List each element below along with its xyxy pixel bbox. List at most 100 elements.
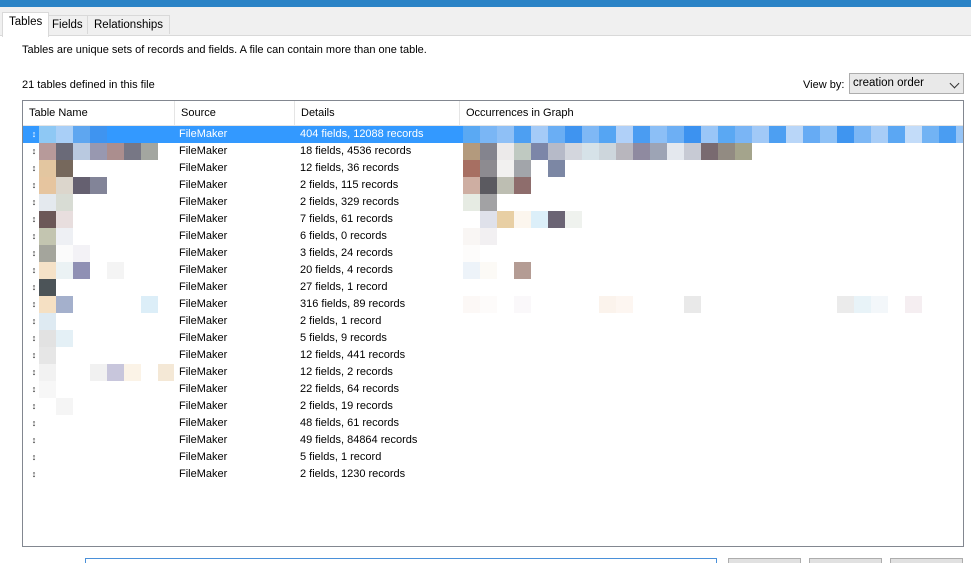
drag-handle-icon[interactable]: ↕: [30, 417, 38, 430]
column-header-occurrences[interactable]: Occurrences in Graph: [460, 101, 963, 125]
table-row[interactable]: ↕ FileMaker 12 fields, 36 records: [23, 160, 963, 177]
details-cell: 3 fields, 24 records: [300, 247, 393, 259]
drag-handle-icon[interactable]: ↕: [30, 434, 38, 447]
drag-handle-icon[interactable]: ↕: [30, 196, 38, 209]
redacted-name-block: [90, 177, 107, 194]
table-row[interactable]: ↕ FileMaker 22 fields, 64 records: [23, 381, 963, 398]
redacted-occurrence-block: [616, 126, 633, 143]
table-row[interactable]: ↕ FileMaker 12 fields, 441 records: [23, 347, 963, 364]
drag-handle-icon[interactable]: ↕: [30, 179, 38, 192]
source-cell: FileMaker: [179, 264, 228, 276]
redacted-occurrence-block: [497, 262, 514, 279]
drag-handle-icon[interactable]: ↕: [30, 366, 38, 379]
drag-handle-icon[interactable]: ↕: [30, 468, 38, 481]
drag-handle-icon[interactable]: ↕: [30, 145, 38, 158]
column-header-source[interactable]: Source: [175, 101, 295, 125]
source-cell: FileMaker: [179, 468, 228, 480]
table-row[interactable]: ↕ FileMaker 2 fields, 329 records: [23, 194, 963, 211]
table-row[interactable]: ↕ FileMaker 2 fields, 1230 records: [23, 466, 963, 483]
table-name-cell: [39, 126, 174, 143]
redacted-occurrence-block: [752, 126, 769, 143]
list-header: Table Name Source Details Occurrences in…: [23, 101, 963, 126]
table-row[interactable]: ↕ FileMaker 27 fields, 1 record: [23, 279, 963, 296]
details-cell: 2 fields, 19 records: [300, 400, 393, 412]
table-row[interactable]: ↕ FileMaker 7 fields, 61 records: [23, 211, 963, 228]
delete-button[interactable]: [890, 558, 963, 563]
drag-handle-icon[interactable]: ↕: [30, 315, 38, 328]
table-row[interactable]: ↕ FileMaker 2 fields, 1 record: [23, 313, 963, 330]
drag-handle-icon[interactable]: ↕: [30, 383, 38, 396]
table-row[interactable]: ↕ FileMaker 5 fields, 1 record: [23, 449, 963, 466]
redacted-occurrence-block: [633, 143, 650, 160]
drag-handle-icon[interactable]: ↕: [30, 247, 38, 260]
drag-handle-icon[interactable]: ↕: [30, 281, 38, 294]
table-row[interactable]: ↕ FileMaker 2 fields, 19 records: [23, 398, 963, 415]
redacted-occurrence-block: [548, 211, 565, 228]
table-row[interactable]: ↕ FileMaker 49 fields, 84864 records: [23, 432, 963, 449]
tab-tables[interactable]: Tables: [2, 12, 50, 37]
table-row[interactable]: ↕ FileMaker 18 fields, 4536 records: [23, 143, 963, 160]
details-cell: 2 fields, 1230 records: [300, 468, 406, 480]
table-row[interactable]: ↕ FileMaker 5 fields, 9 records: [23, 330, 963, 347]
occurrences-cell: [463, 398, 963, 415]
table-row[interactable]: ↕ FileMaker 6 fields, 0 records: [23, 228, 963, 245]
details-cell: 404 fields, 12088 records: [300, 128, 424, 140]
drag-handle-icon[interactable]: ↕: [30, 128, 38, 141]
source-cell: FileMaker: [179, 213, 228, 225]
redacted-name-block: [39, 177, 56, 194]
create-button[interactable]: [728, 558, 801, 563]
redacted-name-block: [56, 364, 73, 381]
redacted-occurrence-block: [531, 160, 548, 177]
redacted-name-block: [73, 177, 90, 194]
column-header-table-name[interactable]: Table Name: [23, 101, 175, 125]
drag-handle-icon[interactable]: ↕: [30, 332, 38, 345]
table-row[interactable]: ↕ FileMaker 12 fields, 2 records: [23, 364, 963, 381]
table-name-cell: [39, 415, 174, 432]
redacted-name-block: [90, 364, 107, 381]
redacted-name-block: [56, 194, 73, 211]
tab-strip: Tables Fields Relationships: [0, 7, 971, 37]
redacted-occurrence-block: [548, 143, 565, 160]
drag-handle-icon[interactable]: ↕: [30, 349, 38, 362]
redacted-occurrence-block: [497, 177, 514, 194]
redacted-occurrence-block: [531, 143, 548, 160]
drag-handle-icon[interactable]: ↕: [30, 264, 38, 277]
table-row[interactable]: ↕ FileMaker 404 fields, 12088 records: [23, 126, 963, 143]
drag-handle-icon[interactable]: ↕: [30, 162, 38, 175]
change-button[interactable]: [809, 558, 882, 563]
drag-handle-icon[interactable]: ↕: [30, 400, 38, 413]
drag-handle-icon[interactable]: ↕: [30, 298, 38, 311]
redacted-name-block: [56, 330, 73, 347]
table-row[interactable]: ↕ FileMaker 20 fields, 4 records: [23, 262, 963, 279]
column-header-details[interactable]: Details: [295, 101, 460, 125]
table-row[interactable]: ↕ FileMaker 316 fields, 89 records: [23, 296, 963, 313]
redacted-name-block: [141, 296, 158, 313]
redacted-occurrence-block: [735, 143, 752, 160]
occurrences-cell: [463, 262, 963, 279]
tab-fields[interactable]: Fields: [45, 15, 90, 34]
redacted-name-block: [56, 160, 73, 177]
redacted-name-block: [39, 313, 56, 330]
drag-handle-icon[interactable]: ↕: [30, 213, 38, 226]
table-row[interactable]: ↕ FileMaker 48 fields, 61 records: [23, 415, 963, 432]
redacted-name-block: [124, 296, 141, 313]
table-row[interactable]: ↕ FileMaker 3 fields, 24 records: [23, 245, 963, 262]
redacted-occurrence-block: [939, 126, 956, 143]
view-by-select[interactable]: creation order: [849, 73, 964, 94]
tables-list[interactable]: Table Name Source Details Occurrences in…: [22, 100, 964, 547]
drag-handle-icon[interactable]: ↕: [30, 230, 38, 243]
redacted-name-block: [90, 143, 107, 160]
drag-handle-icon[interactable]: ↕: [30, 451, 38, 464]
redacted-occurrence-block: [633, 126, 650, 143]
source-cell: FileMaker: [179, 230, 228, 242]
source-cell: FileMaker: [179, 434, 228, 446]
table-row[interactable]: ↕ FileMaker 2 fields, 115 records: [23, 177, 963, 194]
redacted-occurrence-block: [480, 177, 497, 194]
occurrences-cell: [463, 245, 963, 262]
tab-relationships[interactable]: Relationships: [87, 15, 171, 34]
redacted-occurrence-block: [480, 262, 497, 279]
source-cell: FileMaker: [179, 128, 228, 140]
table-name-input[interactable]: [85, 558, 717, 563]
details-cell: 316 fields, 89 records: [300, 298, 406, 310]
redacted-occurrence-block: [667, 143, 684, 160]
